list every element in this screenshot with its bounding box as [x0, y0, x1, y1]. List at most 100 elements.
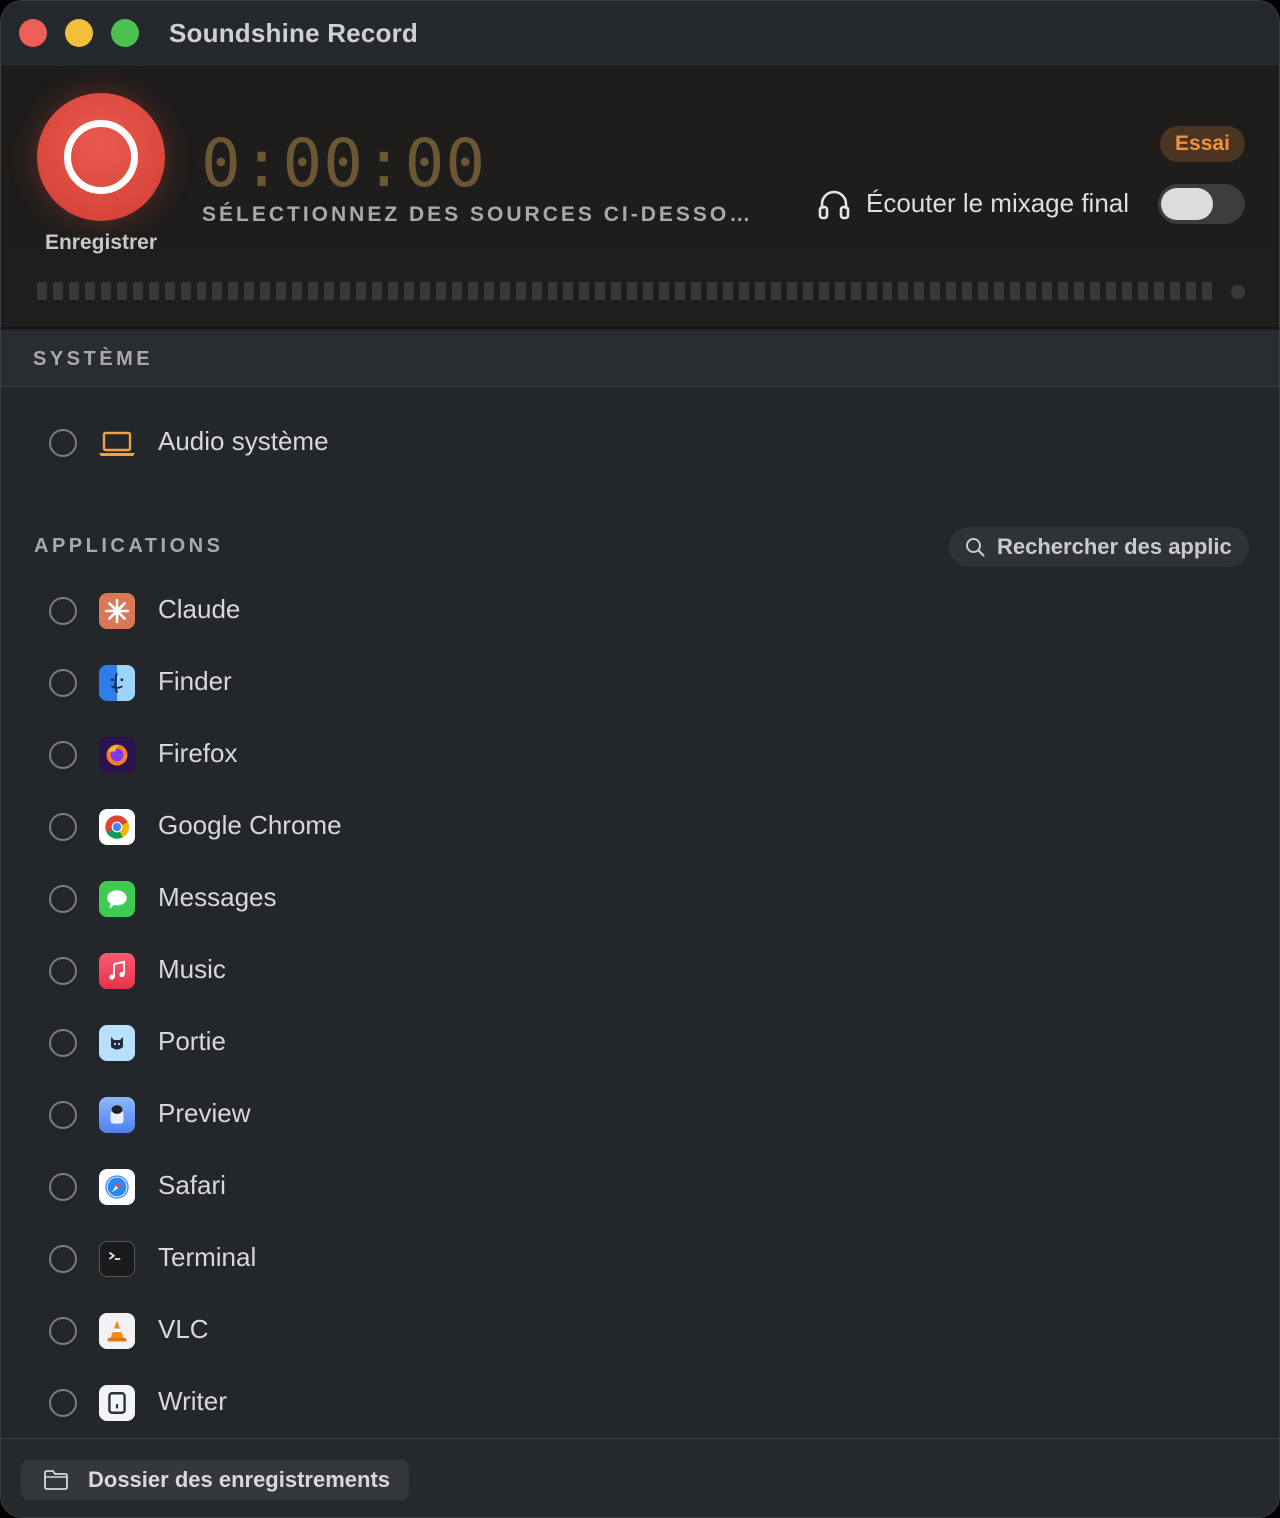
level-meter-segment — [37, 282, 47, 300]
source-row-safari[interactable]: Safari — [1, 1158, 1279, 1218]
finder-icon — [99, 665, 135, 701]
source-row-portie[interactable]: Portie — [1, 1014, 1279, 1074]
source-label: Messages — [158, 882, 277, 912]
level-meter-segment — [579, 282, 590, 300]
source-radio[interactable] — [49, 669, 77, 697]
writer-icon — [99, 1385, 135, 1421]
close-window-button[interactable] — [19, 19, 47, 47]
level-meter-segment — [1137, 282, 1148, 300]
recordings-folder-button[interactable]: Dossier des enregistrements — [21, 1460, 409, 1500]
level-meter-segment — [722, 282, 733, 300]
level-meter-segment — [786, 282, 797, 300]
source-row-system-audio[interactable]: Audio système — [1, 414, 1279, 474]
level-meter-segment — [1201, 282, 1212, 300]
chrome-icon — [99, 809, 135, 845]
level-meter-segment — [196, 282, 207, 300]
system-section-title: SYSTÈME — [33, 348, 154, 370]
source-row-claude[interactable]: Claude — [1, 582, 1279, 642]
recording-header: Enregistrer 0:00:00 SÉLECTIONNEZ DES SOU… — [1, 67, 1279, 329]
record-label: Enregistrer — [44, 231, 158, 254]
system-section-header: SYSTÈME — [1, 331, 1279, 387]
level-meter-segment — [754, 282, 765, 300]
level-meter-segment — [531, 282, 542, 300]
level-meter-segment — [52, 282, 63, 300]
level-meter-segment — [1185, 282, 1196, 300]
source-radio[interactable] — [49, 1317, 77, 1345]
level-meter-segment — [84, 282, 95, 300]
level-meter-segment — [324, 282, 335, 300]
minimize-window-button[interactable] — [65, 19, 93, 47]
source-radio[interactable] — [49, 597, 77, 625]
source-radio[interactable] — [49, 957, 77, 985]
music-icon — [99, 953, 135, 989]
app-window: Soundshine Record Enregistrer 0:00:00 SÉ… — [0, 0, 1280, 1518]
source-radio[interactable] — [49, 429, 77, 457]
record-button[interactable] — [37, 93, 165, 221]
source-row-music[interactable]: Music — [1, 942, 1279, 1002]
app-search-input[interactable] — [997, 527, 1237, 567]
source-row-firefox[interactable]: Firefox — [1, 726, 1279, 786]
source-label: Terminal — [158, 1242, 257, 1272]
source-radio[interactable] — [49, 1389, 77, 1417]
source-row-terminal[interactable]: Terminal — [1, 1230, 1279, 1290]
source-label: Preview — [158, 1098, 251, 1128]
source-radio[interactable] — [49, 1245, 77, 1273]
level-meter-segment — [930, 282, 941, 300]
source-label: Writer — [158, 1386, 227, 1416]
level-meter-segment — [691, 282, 702, 300]
level-meter-segment — [914, 282, 925, 300]
source-label: Finder — [158, 666, 232, 696]
trial-badge[interactable]: Essai — [1160, 126, 1245, 162]
source-row-finder[interactable]: Finder — [1, 654, 1279, 714]
title-bar: Soundshine Record — [1, 1, 1279, 67]
level-meter-segment — [1105, 282, 1116, 300]
level-meter-segment — [372, 282, 382, 300]
window-title: Soundshine Record — [169, 18, 418, 48]
source-radio[interactable] — [49, 741, 77, 769]
source-radio[interactable] — [49, 1173, 77, 1201]
status-text: SÉLECTIONNEZ DES SOURCES CI-DESSO… — [202, 203, 754, 226]
level-meter-segment — [770, 282, 781, 300]
level-meter-segment — [547, 282, 558, 300]
terminal-icon — [99, 1241, 135, 1277]
laptop-icon — [99, 431, 135, 456]
record-icon — [64, 120, 138, 194]
level-meter-segment — [1169, 282, 1180, 300]
headphones-icon — [818, 190, 850, 220]
source-row-writer[interactable]: Writer — [1, 1374, 1279, 1434]
app-search-field[interactable] — [949, 527, 1249, 567]
messages-icon — [99, 881, 135, 917]
level-meter-segment — [1153, 282, 1164, 300]
level-meter-segment — [435, 282, 446, 300]
source-row-preview[interactable]: Preview — [1, 1086, 1279, 1146]
source-radio[interactable] — [49, 885, 77, 913]
source-row-vlc[interactable]: VLC — [1, 1302, 1279, 1362]
source-row-google-chrome[interactable]: Google Chrome — [1, 798, 1279, 858]
level-meter-segment — [1026, 282, 1037, 300]
source-label: Portie — [158, 1026, 226, 1056]
source-label: Google Chrome — [158, 810, 342, 840]
level-meter-segment — [451, 282, 462, 300]
level-meter-segment — [1073, 282, 1084, 300]
source-label: Audio système — [158, 426, 329, 456]
footer-bar: Dossier des enregistrements — [1, 1438, 1279, 1517]
level-meter-segment — [419, 282, 430, 300]
level-meter-segment — [611, 282, 622, 300]
level-meter-segment — [356, 282, 367, 300]
applications-section-title: APPLICATIONS — [34, 535, 224, 557]
level-meter-segment — [100, 282, 111, 300]
level-meter-segment — [962, 282, 973, 300]
level-meter-segment — [148, 282, 159, 300]
source-radio[interactable] — [49, 1029, 77, 1057]
level-meter-segment — [563, 282, 574, 300]
level-meter-segment — [978, 282, 989, 300]
monitor-mix-toggle[interactable] — [1158, 184, 1245, 224]
level-meter-segment — [738, 282, 749, 300]
folder-icon — [44, 1470, 68, 1490]
source-radio[interactable] — [49, 813, 77, 841]
maximize-window-button[interactable] — [111, 19, 139, 47]
source-radio[interactable] — [49, 1101, 77, 1129]
level-meter-segment — [627, 282, 638, 300]
source-row-messages[interactable]: Messages — [1, 870, 1279, 930]
level-meter-segment — [1010, 282, 1021, 300]
